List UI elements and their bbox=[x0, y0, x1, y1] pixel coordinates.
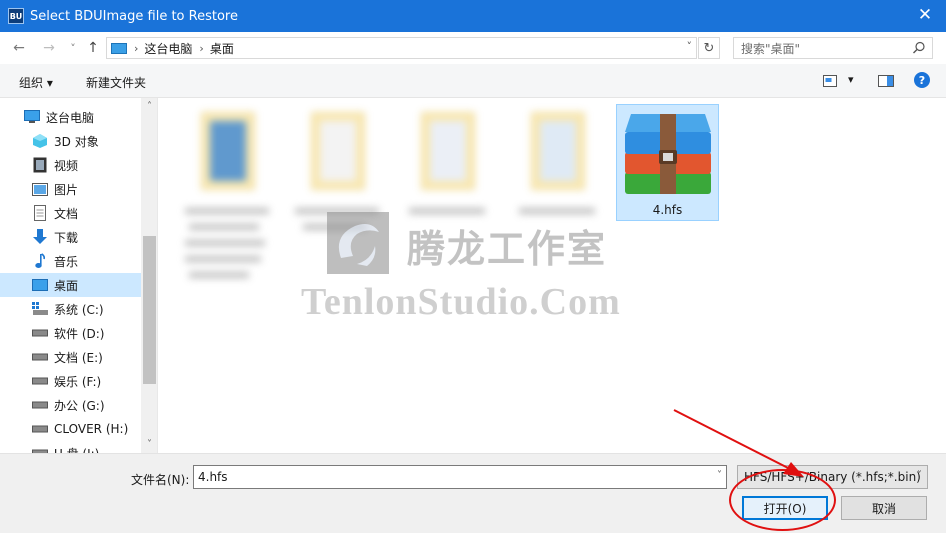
watermark-chinese-text: 腾龙工作室 bbox=[407, 226, 608, 271]
download-icon bbox=[32, 229, 48, 245]
chevron-down-icon[interactable]: ˅ bbox=[717, 470, 722, 481]
sidebar-item-label: U 盘 (I:) bbox=[54, 445, 99, 454]
sidebar-item-label: CLOVER (H:) bbox=[54, 422, 129, 436]
filename-input[interactable]: 4.hfs ˅ bbox=[193, 465, 727, 489]
cancel-button[interactable]: 取消 bbox=[841, 496, 927, 520]
sidebar-item-label: 文档 bbox=[54, 206, 79, 221]
sidebar-item-drive-i[interactable]: U 盘 (I:) bbox=[0, 441, 140, 453]
sidebar-item-videos[interactable]: 视频 bbox=[0, 153, 140, 177]
scroll-thumb[interactable] bbox=[143, 236, 156, 384]
sidebar-item-pictures[interactable]: 图片 bbox=[0, 177, 140, 201]
refresh-button[interactable]: ↻ bbox=[698, 37, 720, 59]
sidebar-item-drive-h[interactable]: CLOVER (H:) bbox=[0, 417, 140, 441]
sidebar-item-label: 视频 bbox=[54, 158, 79, 173]
filename-value: 4.hfs bbox=[198, 470, 228, 484]
preview-pane-icon[interactable] bbox=[878, 75, 894, 87]
navigation-pane: 这台电脑 3D 对象 视频 图片 文档 下载 音乐 桌面 系统 (C:) 软件 … bbox=[0, 98, 158, 453]
title-bar: BU Select BDUImage file to Restore ✕ bbox=[0, 0, 946, 32]
breadcrumb-desktop[interactable]: 桌面 bbox=[210, 40, 234, 57]
blurred-file[interactable] bbox=[179, 112, 275, 282]
winrar-archive-icon bbox=[625, 114, 711, 194]
sidebar-item-label: 桌面 bbox=[54, 278, 79, 293]
sidebar-item-drive-f[interactable]: 娱乐 (F:) bbox=[0, 369, 140, 393]
sidebar-item-label: 系统 (C:) bbox=[54, 302, 104, 317]
window-title: Select BDUImage file to Restore bbox=[30, 8, 238, 24]
sidebar-item-music[interactable]: 音乐 bbox=[0, 249, 140, 273]
sidebar-item-drive-g[interactable]: 办公 (G:) bbox=[0, 393, 140, 417]
sidebar-item-label: 这台电脑 bbox=[46, 110, 95, 125]
sidebar-item-label: 办公 (G:) bbox=[54, 398, 105, 413]
file-name: 4.hfs bbox=[652, 203, 683, 217]
computer-icon bbox=[24, 109, 40, 125]
file-item-selected[interactable]: 4.hfs bbox=[616, 104, 719, 221]
address-bar[interactable]: › 这台电脑 › 桌面 ˅ bbox=[106, 37, 697, 59]
search-icon[interactable] bbox=[912, 41, 926, 55]
search-input[interactable]: 搜索"桌面" bbox=[733, 37, 933, 59]
close-button[interactable]: ✕ bbox=[914, 4, 936, 26]
scroll-up-button[interactable]: ˄ bbox=[141, 98, 157, 115]
sidebar-item-label: 3D 对象 bbox=[54, 134, 99, 149]
sidebar-item-downloads[interactable]: 下载 bbox=[0, 225, 140, 249]
forward-button[interactable]: → bbox=[40, 38, 58, 58]
system-drive-icon bbox=[32, 301, 48, 317]
organize-menu[interactable]: 组织 ▾ bbox=[19, 74, 53, 91]
breadcrumb-separator: › bbox=[134, 41, 139, 55]
music-icon bbox=[32, 253, 48, 269]
sidebar-item-drive-e[interactable]: 文档 (E:) bbox=[0, 345, 140, 369]
view-dropdown[interactable]: ▾ bbox=[848, 73, 854, 86]
drive-icon bbox=[32, 373, 48, 389]
sidebar-item-label: 文档 (E:) bbox=[54, 350, 103, 365]
sidebar-item-this-pc[interactable]: 这台电脑 bbox=[0, 105, 140, 129]
recent-locations-button[interactable]: ˅ bbox=[64, 38, 82, 58]
sidebar-item-label: 图片 bbox=[54, 182, 79, 197]
back-button[interactable]: ← bbox=[10, 38, 28, 58]
file-list[interactable]: 4.hfs 腾龙工作室 TenlonStudio.Com bbox=[159, 98, 946, 453]
drive-icon bbox=[32, 397, 48, 413]
app-icon: BU bbox=[8, 8, 24, 24]
breadcrumb-this-pc[interactable]: 这台电脑 bbox=[144, 40, 192, 57]
video-icon bbox=[32, 157, 48, 173]
documents-icon bbox=[32, 205, 48, 221]
search-placeholder: 搜索"桌面" bbox=[741, 41, 801, 56]
sidebar-item-desktop[interactable]: 桌面 bbox=[0, 273, 141, 297]
annotation-circle bbox=[729, 469, 836, 531]
view-options-icon[interactable] bbox=[823, 75, 837, 87]
sidebar-item-label: 娱乐 (F:) bbox=[54, 374, 102, 389]
drive-icon bbox=[32, 349, 48, 365]
filename-label: 文件名(N): bbox=[131, 473, 190, 487]
scroll-down-button[interactable]: ˅ bbox=[141, 436, 157, 453]
computer-icon bbox=[111, 42, 127, 54]
desktop-icon bbox=[32, 277, 48, 293]
sidebar-item-3d-objects[interactable]: 3D 对象 bbox=[0, 129, 140, 153]
drive-icon bbox=[32, 445, 48, 453]
chevron-down-icon[interactable]: ˅ bbox=[687, 40, 693, 53]
drive-icon bbox=[32, 421, 48, 437]
watermark-dragon-logo bbox=[327, 212, 389, 274]
drive-icon bbox=[32, 325, 48, 341]
pictures-icon bbox=[32, 181, 48, 197]
new-folder-button[interactable]: 新建文件夹 bbox=[86, 74, 146, 91]
watermark-english-text: TenlonStudio.Com bbox=[301, 281, 621, 323]
help-icon[interactable]: ? bbox=[914, 72, 930, 88]
3d-objects-icon bbox=[32, 133, 48, 149]
sidebar-item-drive-c[interactable]: 系统 (C:) bbox=[0, 297, 140, 321]
up-button[interactable]: ↑ bbox=[84, 38, 102, 58]
breadcrumb-separator: › bbox=[199, 41, 204, 55]
sidebar-item-label: 软件 (D:) bbox=[54, 326, 105, 341]
sidebar-scrollbar[interactable]: ˄ ˅ bbox=[141, 98, 157, 453]
sidebar-item-drive-d[interactable]: 软件 (D:) bbox=[0, 321, 140, 345]
sidebar-item-label: 下载 bbox=[54, 230, 79, 245]
sidebar-item-documents[interactable]: 文档 bbox=[0, 201, 140, 225]
sidebar-item-label: 音乐 bbox=[54, 254, 79, 269]
toolbar: 组织 ▾ 新建文件夹 ▾ ? bbox=[0, 64, 946, 98]
chevron-down-icon[interactable]: ˅ bbox=[917, 470, 922, 481]
